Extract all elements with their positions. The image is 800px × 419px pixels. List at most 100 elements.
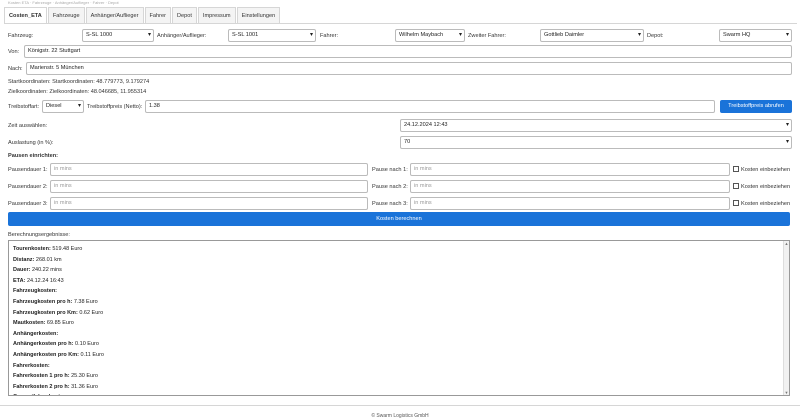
result-key: Fahrzeugkosten pro Km: bbox=[13, 309, 78, 316]
scroll-up-icon[interactable]: ▲ bbox=[784, 241, 789, 246]
chevron-down-icon bbox=[786, 137, 789, 148]
tab-depot[interactable]: Depot bbox=[171, 7, 197, 24]
anhaenger-label: Anhänger/Auflieger: bbox=[157, 33, 207, 39]
result-value: 268.01 km bbox=[35, 256, 62, 263]
result-value: 24.12.24 16:43 bbox=[26, 277, 64, 284]
von-label: Von: bbox=[8, 49, 20, 55]
zeit-select[interactable]: 24.12.2024 12:43 bbox=[400, 119, 792, 132]
fahrzeug-value: S-SL 1000 bbox=[86, 32, 113, 38]
result-value: 7.38 Euro bbox=[73, 298, 98, 305]
result-key: Tourenkosten: bbox=[13, 246, 51, 252]
tab-impressum[interactable]: Impressum bbox=[197, 7, 236, 24]
pause-nach-2-input[interactable]: in mins bbox=[410, 180, 730, 193]
footer-copyright: © Swarm Logistics GmbH bbox=[371, 413, 429, 419]
result-key: Fahrerkosten 1 pro h: bbox=[13, 373, 70, 380]
tab-anhaenger[interactable]: Anhänger/Auflieger bbox=[85, 7, 144, 24]
footer-divider bbox=[0, 405, 800, 406]
result-key: Gesamtfahrerkosten: bbox=[13, 394, 68, 395]
pause-nach-3-label: Pause nach 3: bbox=[372, 201, 408, 207]
chevron-down-icon bbox=[78, 101, 81, 112]
results-scrollbar[interactable]: ▲ ▼ bbox=[783, 241, 789, 395]
kosten-einbeziehen-2-checkbox[interactable] bbox=[733, 183, 739, 189]
nach-input[interactable]: Marienstr. 5 München bbox=[26, 62, 792, 75]
von-input[interactable]: Königstr. 22 Stuttgart bbox=[24, 45, 792, 58]
result-value: 0.10 Euro bbox=[75, 341, 99, 348]
treibstoffart-select[interactable]: Diesel bbox=[42, 100, 84, 113]
depot-select[interactable]: Swarm HQ bbox=[719, 29, 792, 42]
auslastung-select[interactable]: 70 bbox=[400, 136, 792, 149]
pausendauer-2-input[interactable]: in mins bbox=[50, 180, 368, 193]
depot-label: Depot: bbox=[647, 33, 664, 39]
result-key: Anhängerkosten pro Km: bbox=[13, 351, 80, 358]
result-line: Dauer: 240.22 mins bbox=[13, 265, 785, 276]
result-line: Fahrzeugkosten: bbox=[13, 286, 785, 297]
treibstoffpreis-input[interactable]: 1.38 bbox=[145, 100, 715, 113]
pause-nach-3-input[interactable]: in mins bbox=[410, 197, 730, 210]
chevron-down-icon bbox=[148, 30, 151, 41]
top-strip: Kosten ETA · Fahrzeuge · Anhänger/Auflie… bbox=[8, 0, 119, 5]
result-line: Tourenkosten: 519.48 Euro bbox=[13, 244, 785, 255]
result-line: Fahrzeugkosten pro h: 7.38 Euro bbox=[13, 297, 785, 308]
result-value: 0.11 Euro bbox=[80, 351, 104, 358]
auslastung-value: 70 bbox=[404, 139, 411, 145]
kosten-einbeziehen-3-label: Kosten einbeziehen bbox=[741, 201, 791, 207]
result-value: 519.48 Euro bbox=[52, 246, 83, 252]
results-label: Berechnungsergebnisse: bbox=[8, 232, 70, 238]
result-key: Anhängerkosten pro h: bbox=[13, 341, 74, 348]
start-coordinates: Startkoordinaten: Startkoordinaten: 48.7… bbox=[8, 79, 150, 85]
tab-fahrzeuge[interactable]: Fahrzeuge bbox=[47, 7, 85, 24]
result-key: Fahrerkosten: bbox=[13, 362, 50, 369]
chevron-down-icon bbox=[786, 120, 789, 131]
chevron-down-icon bbox=[786, 30, 789, 41]
treibstoffart-label: Treibstoffart: bbox=[8, 104, 40, 110]
result-key: Mautkosten: bbox=[13, 320, 46, 327]
chevron-down-icon bbox=[310, 30, 313, 41]
kosten-berechnen-button[interactable]: Kosten berechnen bbox=[8, 212, 790, 226]
result-key: Dauer: bbox=[13, 267, 31, 274]
treibstoffpreis-abrufen-button[interactable]: Treibstoffpreis abrufen bbox=[720, 100, 792, 113]
scroll-down-icon[interactable]: ▼ bbox=[784, 390, 789, 395]
fahrer-value: Wilhelm Maybach bbox=[399, 32, 444, 38]
tab-costen-eta[interactable]: Costen_ETA bbox=[4, 7, 47, 24]
treibstoffart-value: Diesel bbox=[46, 103, 62, 109]
result-key: Anhängerkosten: bbox=[13, 330, 59, 337]
zeit-label: Zeit auswählen: bbox=[8, 123, 48, 129]
tab-einstellungen[interactable]: Einstellungen bbox=[236, 7, 281, 24]
result-line: Anhängerkosten: bbox=[13, 329, 785, 340]
zweiter-fahrer-select[interactable]: Gottlieb Daimler bbox=[540, 29, 644, 42]
result-line: Gesamtfahrerkosten: bbox=[13, 392, 785, 395]
pausendauer-1-input[interactable]: in mins bbox=[50, 163, 368, 176]
pausendauer-3-input[interactable]: in mins bbox=[50, 197, 368, 210]
result-line: ETA: 24.12.24 16:43 bbox=[13, 276, 785, 287]
result-line: Mautkosten: 69.85 Euro bbox=[13, 318, 785, 329]
kosten-einbeziehen-3-checkbox[interactable] bbox=[733, 200, 739, 206]
result-value: 0.62 Euro bbox=[79, 309, 104, 316]
chevron-down-icon bbox=[459, 30, 462, 41]
pausen-heading: Pausen einrichten: bbox=[8, 153, 59, 159]
pausendauer-2-label: Pausendauer 2: bbox=[8, 184, 48, 190]
tab-fahrer[interactable]: Fahrer bbox=[144, 7, 171, 24]
fahrzeug-label: Fahrzeug: bbox=[8, 33, 34, 39]
result-key: ETA: bbox=[13, 277, 26, 284]
kosten-einbeziehen-1-checkbox[interactable] bbox=[733, 166, 739, 172]
chevron-down-icon bbox=[638, 30, 641, 41]
result-value: 69.85 Euro bbox=[46, 320, 74, 327]
fahrer-select[interactable]: Wilhelm Maybach bbox=[395, 29, 465, 42]
depot-value: Swarm HQ bbox=[723, 32, 751, 38]
kosten-einbeziehen-2-label: Kosten einbeziehen bbox=[741, 184, 791, 190]
ziel-coordinates: Zielkoordinaten: Zielkoordinaten: 48.046… bbox=[8, 89, 147, 95]
fahrzeug-select[interactable]: S-SL 1000 bbox=[82, 29, 154, 42]
pausendauer-3-label: Pausendauer 3: bbox=[8, 201, 48, 207]
nach-label: Nach: bbox=[8, 66, 23, 72]
anhaenger-value: S-SL 1001 bbox=[232, 32, 259, 38]
auslastung-label: Auslastung (in %): bbox=[8, 140, 54, 146]
fahrer-label: Fahrer: bbox=[320, 33, 339, 39]
pause-nach-1-input[interactable]: in mins bbox=[410, 163, 730, 176]
kosten-einbeziehen-1-label: Kosten einbeziehen bbox=[741, 167, 791, 173]
result-line: Fahrerkosten 2 pro h: 31.36 Euro bbox=[13, 382, 785, 393]
pause-nach-2-label: Pause nach 2: bbox=[372, 184, 408, 190]
zeit-value: 24.12.2024 12:43 bbox=[404, 122, 448, 128]
treibstoffpreis-label: Treibstoffpreis (Netto): bbox=[87, 104, 143, 110]
results-textarea[interactable]: Tourenkosten: 519.48 Euro Distanz: 268.01… bbox=[8, 240, 790, 396]
anhaenger-select[interactable]: S-SL 1001 bbox=[228, 29, 316, 42]
